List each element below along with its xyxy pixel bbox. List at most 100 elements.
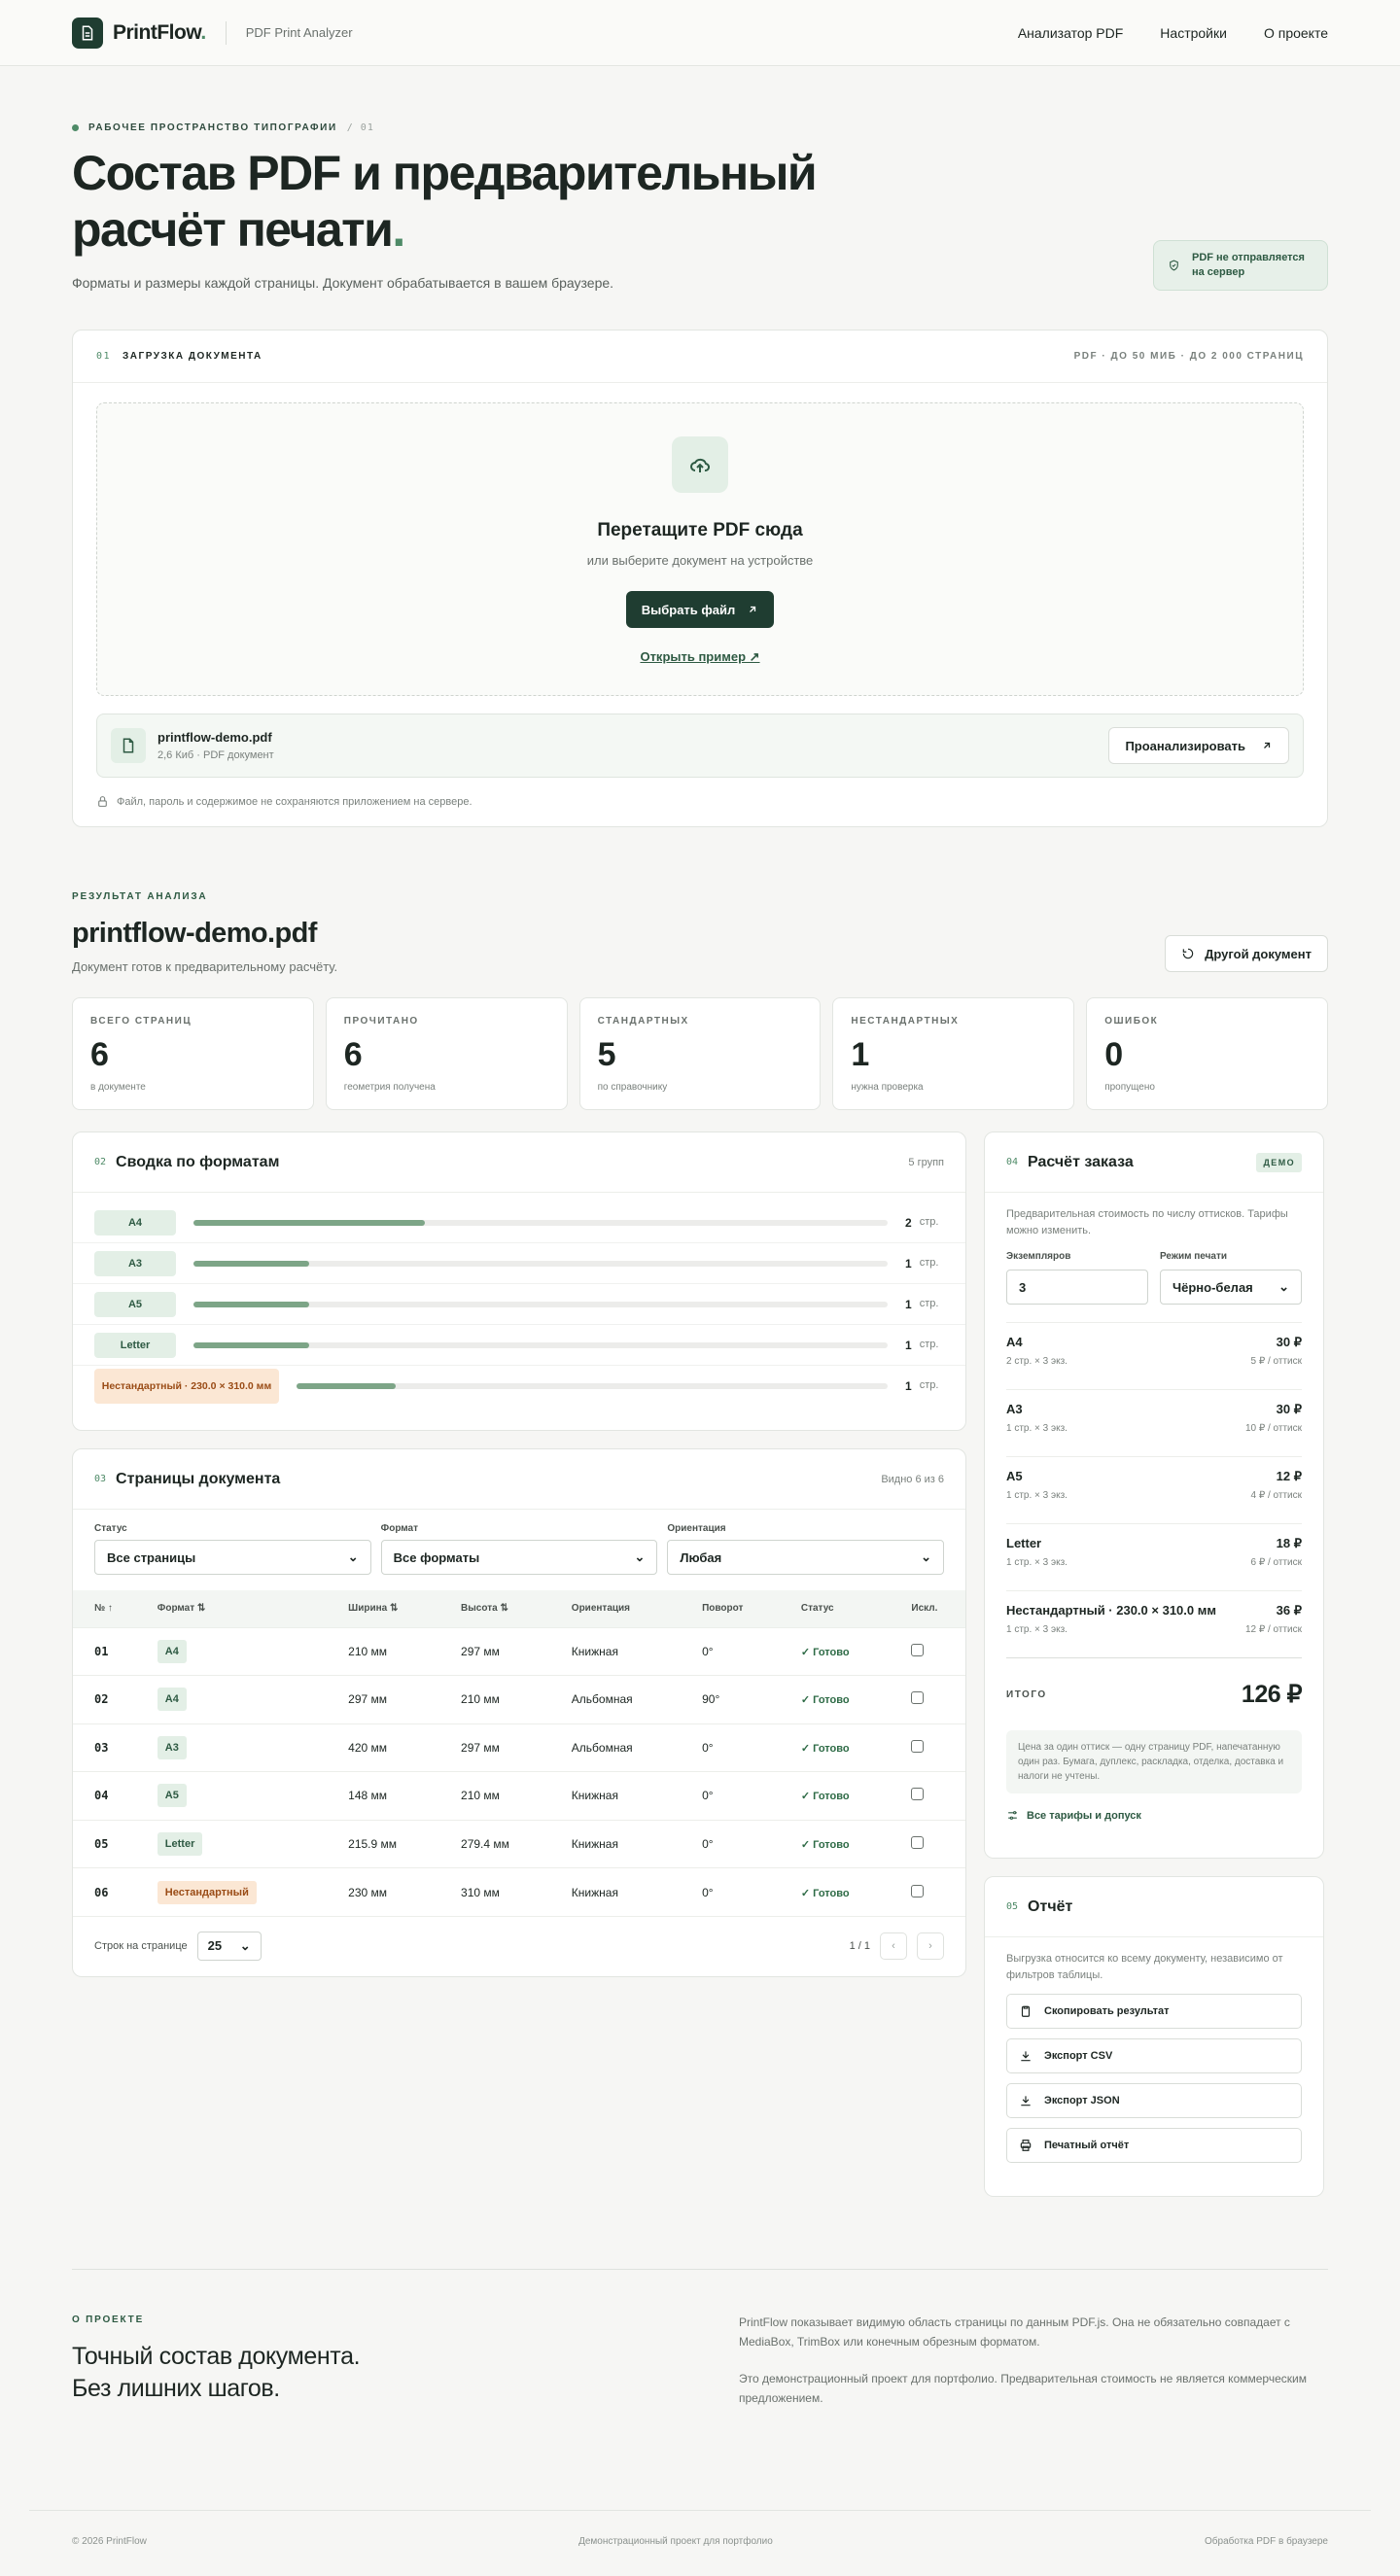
format-chip: A3 — [94, 1250, 176, 1276]
section-title: Сводка по форматам — [116, 1153, 280, 1170]
format-row: A4 2 стр. — [73, 1202, 965, 1243]
other-document-button[interactable]: Другой документ — [1165, 935, 1328, 972]
line-rate: 12 ₽ / оттиск — [1244, 1624, 1302, 1635]
page-rotation: 0° — [681, 1771, 780, 1820]
footer: © 2026 PrintFlow Демонстрационный проект… — [29, 2510, 1371, 2547]
col-format[interactable]: Формат ⇅ — [135, 1590, 328, 1627]
rows-per-page-select[interactable]: 25 ⌄ — [196, 1931, 262, 1961]
line-format: A4 — [1006, 1335, 1023, 1349]
status-ready: ✓ Готово — [800, 1791, 850, 1803]
section-title: ЗАГРУЗКА ДОКУМЕНТА — [122, 351, 262, 362]
table-row[interactable]: 02 A4 297 мм 210 мм Альбомная 90° ✓ Гото… — [73, 1675, 965, 1723]
nav-settings[interactable]: Настройки — [1160, 25, 1227, 41]
copies-input[interactable]: 3 — [1006, 1270, 1148, 1305]
about-paragraph: Это демонстрационный проект для портфоли… — [739, 2372, 1307, 2405]
about-title: Точный состав документа. Без лишних шагов… — [72, 2343, 361, 2402]
nav-analyzer[interactable]: Анализатор PDF — [1018, 25, 1123, 41]
header-divider — [225, 20, 227, 45]
table-row[interactable]: 05 Letter 215.9 мм 279.4 мм Книжная 0° ✓… — [73, 1819, 965, 1868]
copy-result-button[interactable]: Скопировать результат — [1006, 1994, 1302, 2029]
check-icon: ✓ — [800, 1838, 814, 1851]
check-icon: ✓ — [800, 1646, 814, 1658]
nav-about[interactable]: О проекте — [1264, 25, 1328, 41]
format-share-bar — [193, 1219, 888, 1226]
analyze-button[interactable]: Проанализировать — [1108, 727, 1289, 764]
line-qty: 1 стр. × 3 экз. — [1006, 1557, 1068, 1568]
section-number: 04 — [1006, 1157, 1019, 1167]
format-chip: A5 — [94, 1291, 176, 1317]
cloud-upload-icon — [672, 436, 728, 493]
section-title: Страницы документа — [116, 1470, 281, 1487]
footer-center: Демонстрационный проект для портфолио — [578, 2536, 773, 2547]
format-row: Нестандартный · 230.0 × 310.0 мм 1 стр. — [73, 1366, 965, 1407]
group-count: 5 групп — [908, 1156, 944, 1168]
line-price: 36 ₽ — [1276, 1603, 1302, 1618]
check-icon: ✓ — [800, 1791, 814, 1803]
format-share-bar — [193, 1301, 888, 1307]
format-chip: A5 — [157, 1784, 187, 1808]
print-mode-label: Режим печати — [1160, 1251, 1228, 1262]
print-report-button[interactable]: Печатный отчёт — [1006, 2128, 1302, 2163]
export-json-button[interactable]: Экспорт JSON — [1006, 2083, 1302, 2118]
exclude-checkbox[interactable] — [911, 1691, 925, 1705]
prev-page-button[interactable]: ‹ — [880, 1932, 907, 1960]
section-title: Расчёт заказа — [1028, 1153, 1134, 1170]
stats-row: ВСЕГО СТРАНИЦ 6 в документе ПРОЧИТАНО 6 геом… — [72, 997, 1328, 1110]
export-csv-button[interactable]: Экспорт CSV — [1006, 2038, 1302, 2073]
logo-text[interactable]: PrintFlow. — [113, 21, 206, 45]
table-row[interactable]: 06 Нестандартный 230 мм 310 мм Книжная 0… — [73, 1867, 965, 1916]
line-price: 30 ₽ — [1276, 1402, 1302, 1416]
filter-label: Ориентация — [667, 1523, 726, 1534]
filter-label: Формат — [380, 1523, 419, 1534]
next-page-button[interactable]: › — [917, 1932, 944, 1960]
page-rotation: 0° — [681, 1723, 780, 1772]
page-orientation: Альбомная — [549, 1723, 682, 1772]
line-format: Letter — [1006, 1536, 1042, 1550]
exclude-checkbox[interactable] — [911, 1739, 925, 1753]
total-price: 126 ₽ — [1241, 1681, 1303, 1708]
open-sample-link[interactable]: Открыть пример ↗ — [640, 649, 759, 665]
page-height: 210 мм — [439, 1771, 550, 1820]
line-price: 12 ₽ — [1276, 1469, 1302, 1483]
drop-title: Перетащите PDF сюда — [597, 520, 803, 540]
exclude-checkbox[interactable] — [911, 1884, 925, 1897]
page-orientation: Книжная — [549, 1867, 682, 1916]
status-filter-select[interactable]: Все страницы ⌄ — [94, 1540, 371, 1575]
format-filter-select[interactable]: Все форматы ⌄ — [380, 1540, 658, 1575]
col-height[interactable]: Высота ⇅ — [439, 1590, 550, 1627]
format-chip: Нестандартный · 230.0 × 310.0 мм — [94, 1369, 279, 1404]
file-meta: 2,6 Киб · PDF документ — [158, 749, 274, 761]
page-orientation: Книжная — [549, 1626, 682, 1676]
exclude-checkbox[interactable] — [911, 1835, 925, 1849]
page-rotation: 0° — [681, 1867, 780, 1916]
format-chip: A4 — [157, 1688, 187, 1712]
col-width[interactable]: Ширина ⇅ — [327, 1590, 440, 1627]
tariffs-link[interactable]: Все тарифы и допуск — [1006, 1809, 1302, 1822]
selected-file: printflow-demo.pdf 2,6 Киб · PDF докумен… — [96, 714, 1304, 778]
shield-icon — [1170, 260, 1178, 271]
choose-file-button[interactable]: Выбрать файл — [625, 591, 775, 628]
table-row[interactable]: 04 A5 148 мм 210 мм Книжная 0° ✓ Готово — [73, 1771, 965, 1820]
drop-zone[interactable]: Перетащите PDF сюда или выберите докумен… — [96, 402, 1304, 696]
col-number[interactable]: № ↑ — [73, 1590, 136, 1627]
print-mode-select[interactable]: Чёрно-белая ⌄ — [1160, 1270, 1302, 1305]
drop-subtitle: или выберите документ на устройстве — [586, 553, 814, 568]
format-count: 1 стр. — [905, 1297, 939, 1311]
line-price: 18 ₽ — [1276, 1536, 1302, 1550]
chevron-right-icon: › — [928, 1939, 932, 1952]
logo-icon[interactable] — [72, 17, 103, 49]
page-rotation: 90° — [681, 1675, 780, 1723]
exclude-checkbox[interactable] — [911, 1788, 925, 1801]
upload-card: 01 ЗАГРУЗКА ДОКУМЕНТА PDF · ДО 50 МИБ · ДО… — [72, 330, 1328, 827]
exclude-checkbox[interactable] — [911, 1643, 925, 1656]
page-orientation: Альбомная — [549, 1675, 682, 1723]
hero-eyebrow: РАБОЧЕЕ ПРОСТРАНСТВО ТИПОГРАФИИ/ 01 — [72, 122, 1328, 133]
table-row[interactable]: 01 A4 210 мм 297 мм Книжная 0° ✓ Готово — [73, 1626, 965, 1676]
format-chip: Letter — [157, 1831, 203, 1856]
table-row[interactable]: 03 A3 420 мм 297 мм Альбомная 0° ✓ Готов… — [73, 1723, 965, 1772]
format-row: A3 1 стр. — [73, 1243, 965, 1284]
sliders-icon — [1008, 1811, 1017, 1820]
format-count: 1 стр. — [905, 1379, 939, 1393]
orientation-filter-select[interactable]: Любая ⌄ — [667, 1540, 945, 1575]
page-rotation: 0° — [681, 1626, 780, 1676]
